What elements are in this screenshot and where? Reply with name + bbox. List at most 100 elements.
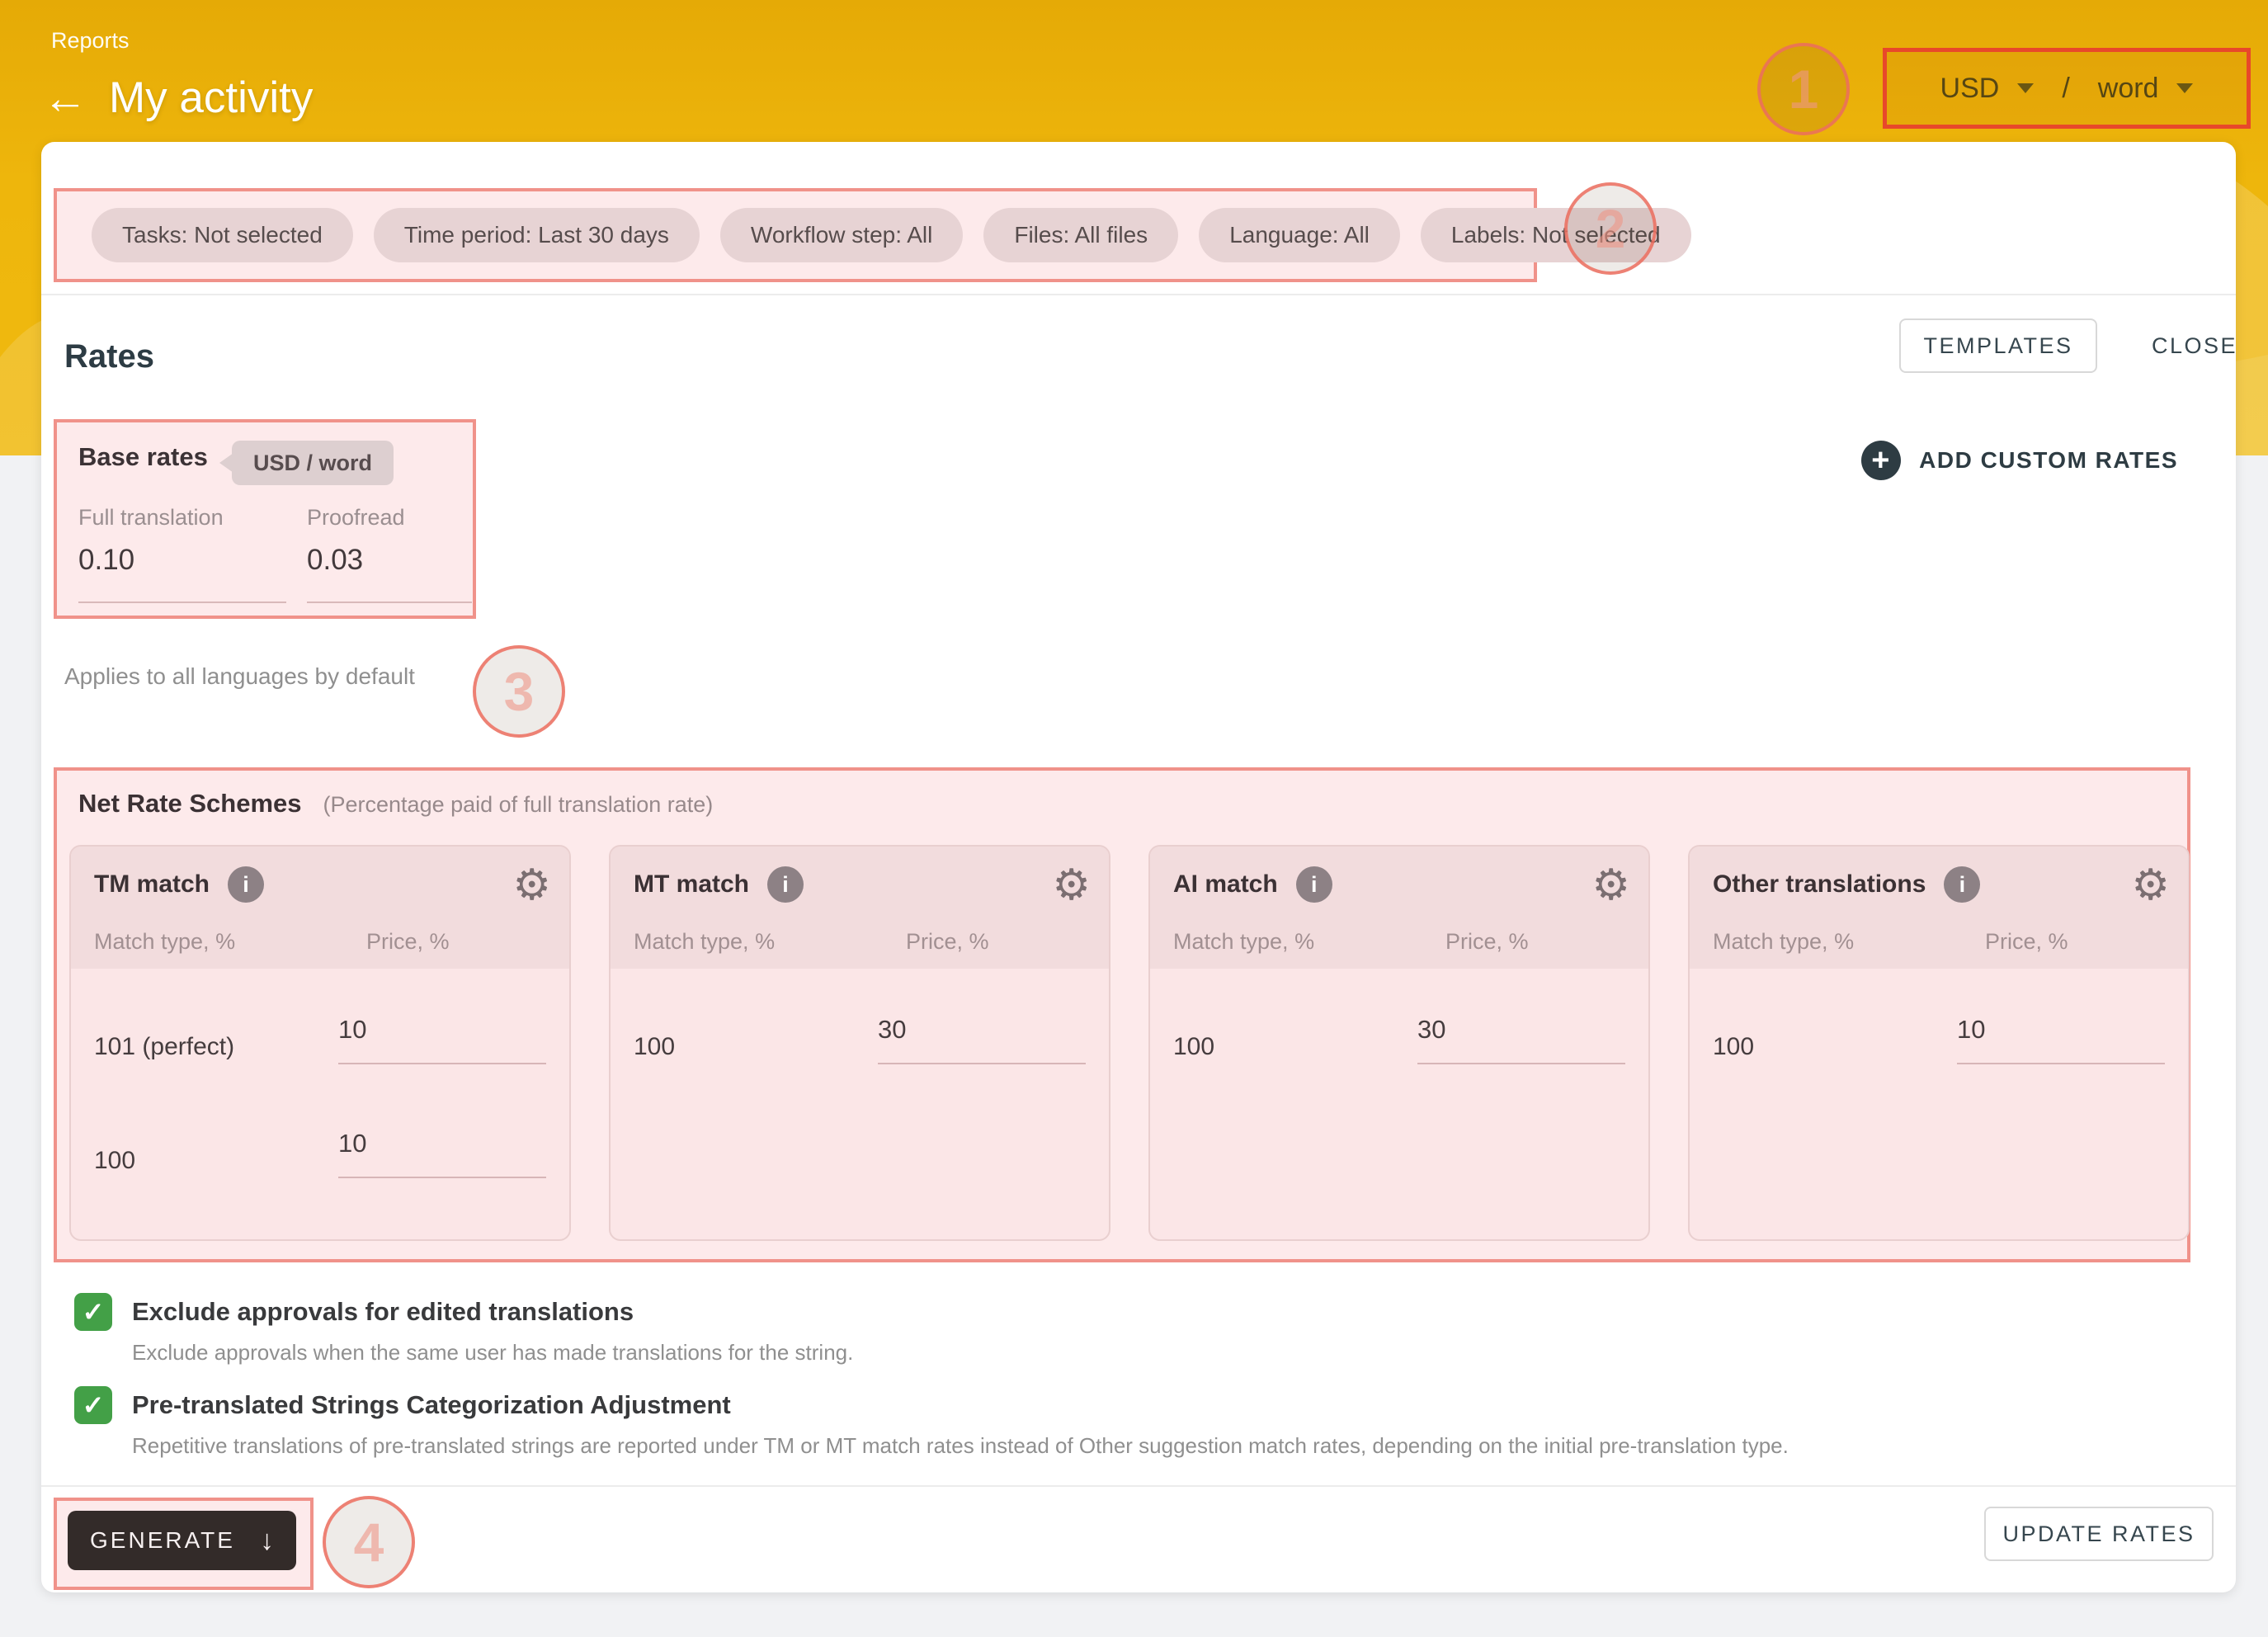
breadcrumb: Reports	[51, 28, 130, 54]
column-match-type: Match type, %	[634, 929, 906, 955]
info-icon[interactable]: i	[1296, 866, 1332, 903]
download-arrow-icon: ↓	[260, 1525, 274, 1557]
currency-separator: /	[2062, 73, 2069, 105]
scheme-row: 100 10	[1713, 1015, 2165, 1064]
back-arrow-icon[interactable]: ←	[43, 76, 87, 120]
scheme-card-other-translations: Other translations i ⚙ Match type, % Pri…	[1688, 845, 2190, 1241]
column-price: Price, %	[366, 929, 450, 955]
add-custom-rates-label: ADD CUSTOM RATES	[1919, 447, 2178, 474]
annotation-circle-2: 2	[1564, 182, 1657, 275]
input-underline	[338, 1063, 546, 1064]
filter-chip-files[interactable]: Files: All files	[983, 208, 1178, 262]
scheme-title: MT match	[634, 870, 749, 899]
scheme-row: 100 10	[94, 1129, 546, 1178]
generate-label: GENERATE	[90, 1527, 235, 1554]
net-rate-schemes-block: Net Rate Schemes (Percentage paid of ful…	[54, 767, 2190, 1262]
gear-icon[interactable]: ⚙	[1591, 860, 1630, 911]
report-card: Tasks: Not selected Time period: Last 30…	[41, 142, 2236, 1592]
divider	[41, 294, 2236, 295]
column-price: Price, %	[1445, 929, 1529, 955]
update-rates-button[interactable]: UPDATE RATES	[1984, 1507, 2214, 1561]
match-type-value: 101 (perfect)	[94, 1033, 234, 1064]
info-icon[interactable]: i	[1944, 866, 1980, 903]
filter-chip-time-period[interactable]: Time period: Last 30 days	[374, 208, 700, 262]
annotation-circle-4: 4	[323, 1496, 415, 1588]
price-input[interactable]: 30	[878, 1015, 1086, 1064]
filter-chip-tasks[interactable]: Tasks: Not selected	[92, 208, 353, 262]
scheme-row: 101 (perfect) 10	[94, 1015, 546, 1064]
scheme-row: 100 30	[1173, 1015, 1625, 1064]
chevron-down-icon	[2176, 83, 2193, 93]
column-match-type: Match type, %	[1713, 929, 1985, 955]
scheme-title: Other translations	[1713, 870, 1926, 899]
unit-value: word	[2098, 73, 2159, 105]
divider	[41, 1485, 2236, 1487]
option-pretranslated-adjustment: ✓ Pre-translated Strings Categorization …	[74, 1386, 731, 1424]
option-exclude-approvals: ✓ Exclude approvals for edited translati…	[74, 1293, 634, 1331]
annotation-circle-3: 3	[473, 645, 565, 738]
option-description: Exclude approvals when the same user has…	[132, 1340, 853, 1366]
info-icon[interactable]: i	[228, 866, 264, 903]
base-rates-block: Base rates USD / word Full translation 0…	[54, 419, 476, 619]
unit-select[interactable]: word	[2098, 73, 2194, 105]
rates-section-title: Rates	[64, 338, 154, 375]
page-title: My activity	[109, 73, 313, 123]
proofread-label: Proofread	[307, 505, 535, 531]
input-underline	[338, 1177, 546, 1178]
input-underline	[78, 601, 286, 603]
match-type-value: 100	[94, 1147, 135, 1178]
full-translation-field[interactable]: Full translation 0.10	[78, 505, 307, 603]
add-custom-rates-button[interactable]: + ADD CUSTOM RATES	[1861, 441, 2178, 480]
proofread-value[interactable]: 0.03	[307, 544, 535, 577]
full-translation-value[interactable]: 0.10	[78, 544, 307, 577]
currency-value: USD	[1940, 73, 2000, 105]
price-input[interactable]: 10	[1957, 1015, 2165, 1064]
price-input[interactable]: 10	[338, 1129, 546, 1178]
column-match-type: Match type, %	[94, 929, 366, 955]
option-label: Exclude approvals for edited translation…	[132, 1293, 634, 1327]
chevron-down-icon	[2017, 83, 2034, 93]
filters-row: Tasks: Not selected Time period: Last 30…	[54, 188, 1537, 282]
templates-button[interactable]: TEMPLATES	[1899, 318, 2097, 373]
base-rates-note: Applies to all languages by default	[64, 663, 415, 690]
generate-button[interactable]: GENERATE ↓	[68, 1511, 296, 1570]
input-underline	[1417, 1063, 1625, 1064]
scheme-row: 100 30	[634, 1015, 1086, 1064]
input-underline	[307, 601, 472, 603]
input-underline	[878, 1063, 1086, 1064]
generate-highlight-box: GENERATE ↓	[54, 1498, 314, 1590]
gear-icon[interactable]: ⚙	[1052, 860, 1091, 911]
input-underline	[1957, 1063, 2165, 1064]
price-input[interactable]: 10	[338, 1015, 546, 1064]
column-match-type: Match type, %	[1173, 929, 1445, 955]
match-type-value: 100	[634, 1033, 675, 1064]
option-description: Repetitive translations of pre-translate…	[132, 1433, 1789, 1459]
match-type-value: 100	[1713, 1033, 1754, 1064]
checkbox-checked[interactable]: ✓	[74, 1293, 112, 1331]
net-rate-schemes-subtitle: (Percentage paid of full translation rat…	[323, 792, 714, 818]
checkbox-checked[interactable]: ✓	[74, 1386, 112, 1424]
match-type-value: 100	[1173, 1033, 1214, 1064]
plus-icon: +	[1861, 441, 1901, 480]
gear-icon[interactable]: ⚙	[512, 860, 551, 911]
scheme-title: AI match	[1173, 870, 1278, 899]
scheme-card-tm-match: TM match i ⚙ Match type, % Price, % 101 …	[69, 845, 571, 1241]
scheme-title: TM match	[94, 870, 210, 899]
filter-chip-workflow-step[interactable]: Workflow step: All	[720, 208, 963, 262]
scheme-card-ai-match: AI match i ⚙ Match type, % Price, % 100 …	[1148, 845, 1650, 1241]
info-icon[interactable]: i	[767, 866, 804, 903]
column-price: Price, %	[1985, 929, 2068, 955]
currency-select[interactable]: USD	[1940, 73, 2035, 105]
base-rates-currency-badge: USD / word	[232, 441, 394, 485]
gear-icon[interactable]: ⚙	[2131, 860, 2170, 911]
net-rate-schemes-title: Net Rate Schemes	[78, 789, 302, 818]
filter-chip-language[interactable]: Language: All	[1199, 208, 1400, 262]
proofread-field[interactable]: Proofread 0.03	[307, 505, 535, 603]
price-input[interactable]: 30	[1417, 1015, 1625, 1064]
column-price: Price, %	[906, 929, 989, 955]
scheme-card-mt-match: MT match i ⚙ Match type, % Price, % 100 …	[609, 845, 1110, 1241]
option-label: Pre-translated Strings Categorization Ad…	[132, 1386, 731, 1420]
base-rates-title: Base rates	[78, 442, 208, 472]
close-button[interactable]: CLOSE	[2137, 318, 2252, 373]
currency-unit-selector: USD / word	[1883, 48, 2251, 129]
